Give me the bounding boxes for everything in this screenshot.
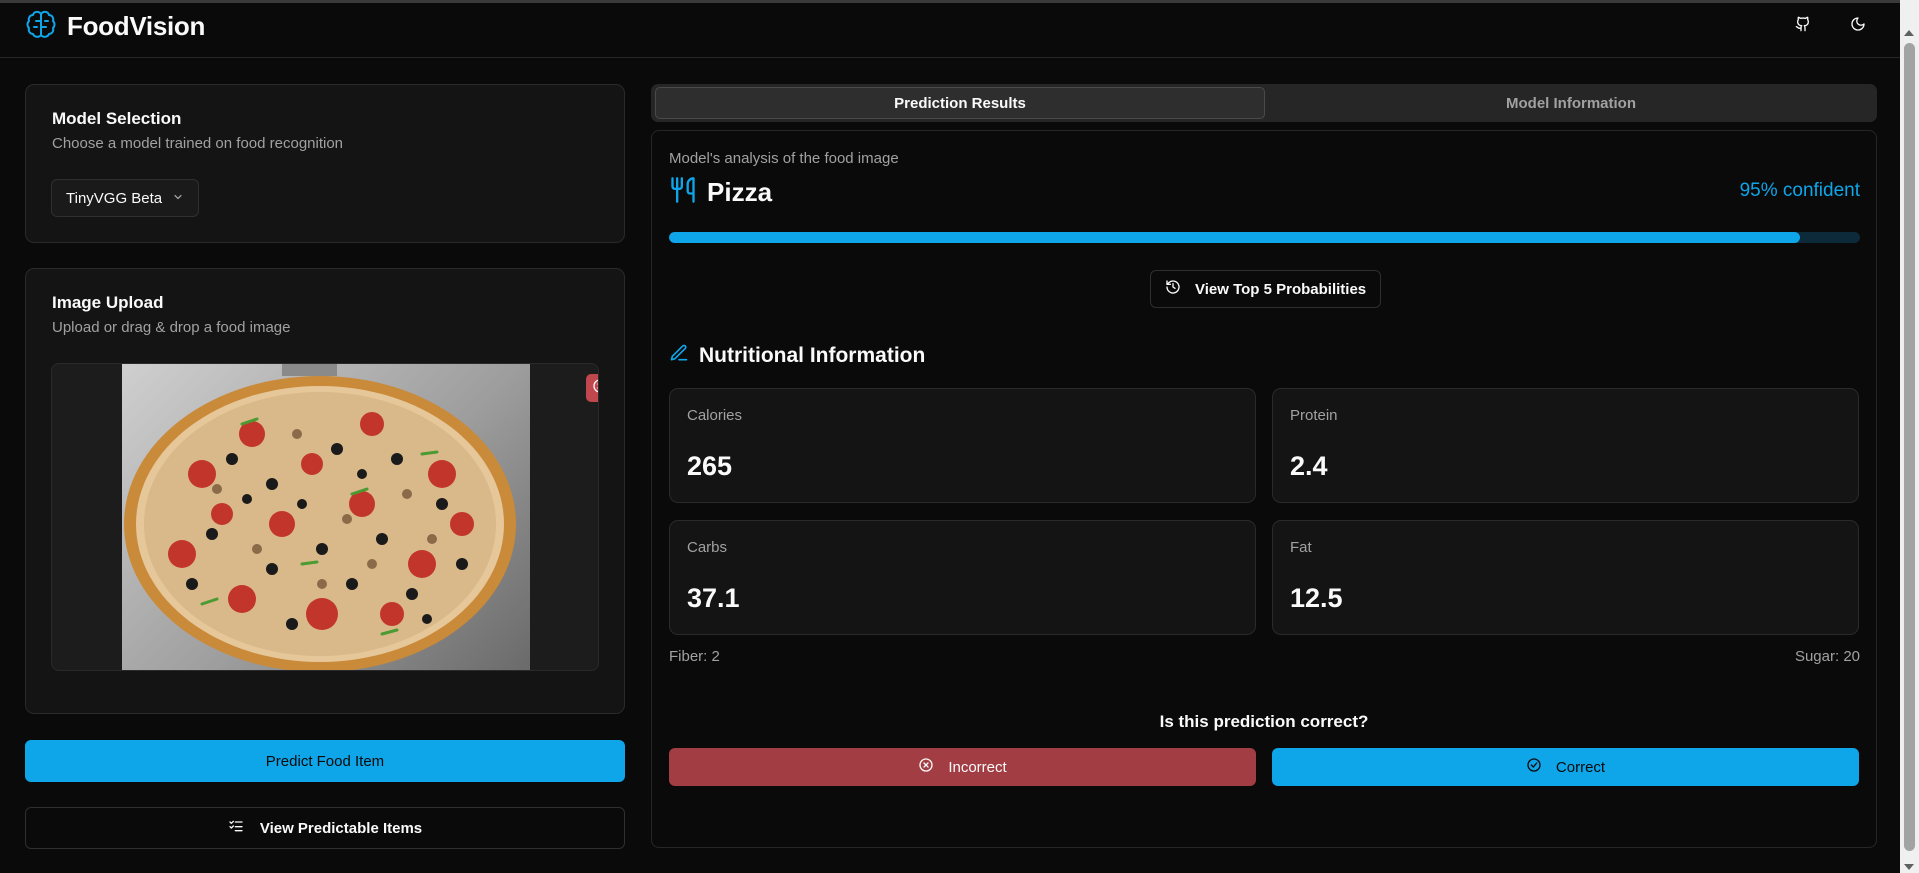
- tab-model-information[interactable]: Model Information: [1268, 87, 1874, 119]
- moon-icon[interactable]: [1846, 12, 1870, 36]
- predicted-food-name: Pizza: [707, 177, 773, 207]
- nutrition-value: 2.4: [1290, 451, 1328, 481]
- top-navbar: FoodVision: [0, 0, 1900, 58]
- brand[interactable]: FoodVision: [25, 8, 205, 45]
- remove-image-button[interactable]: [586, 374, 598, 402]
- check-circle-icon: [1526, 757, 1542, 777]
- chevron-down-icon: [172, 190, 184, 207]
- correct-label: Correct: [1555, 758, 1606, 776]
- uploaded-food-image: [122, 364, 530, 670]
- nutrition-card-carbs: Carbs 37.1: [669, 520, 1256, 635]
- image-upload-card: Image Upload Upload or drag & drop a foo…: [25, 268, 625, 714]
- scroll-down-arrow-icon[interactable]: [1904, 864, 1914, 870]
- nutrition-label: Carbs: [687, 539, 728, 556]
- history-icon: [1165, 279, 1181, 299]
- predict-button[interactable]: Predict Food Item: [25, 740, 625, 782]
- model-selection-card: Model Selection Choose a model trained o…: [25, 84, 625, 243]
- app-title: FoodVision: [67, 11, 206, 41]
- view-predictable-items-button[interactable]: View Predictable Items: [25, 807, 625, 849]
- view-top5-label: View Top 5 Probabilities: [1195, 280, 1367, 298]
- github-icon[interactable]: [1791, 12, 1815, 36]
- analysis-label: Model's analysis of the food image: [669, 150, 899, 167]
- nutrition-card-fat: Fat 12.5: [1272, 520, 1859, 635]
- sugar-text: Sugar: 20: [1794, 648, 1860, 665]
- model-selection-description: Choose a model trained on food recogniti…: [52, 135, 344, 152]
- image-upload-title: Image Upload: [52, 293, 164, 312]
- fiber-text: Fiber: 2: [669, 648, 720, 665]
- confidence-text: 95% confident: [1739, 180, 1860, 201]
- tab-prediction-results[interactable]: Prediction Results: [655, 87, 1265, 119]
- nutrition-value: 265: [687, 451, 733, 481]
- correct-button[interactable]: Correct: [1272, 748, 1859, 786]
- confidence-progress-bar: [669, 232, 1860, 243]
- nutrition-heading-label: Nutritional Information: [699, 344, 926, 367]
- nutrition-label: Protein: [1290, 407, 1338, 424]
- incorrect-label: Incorrect: [948, 758, 1007, 776]
- nutrition-heading: Nutritional Information: [669, 343, 925, 369]
- list-check-icon: [228, 818, 244, 838]
- nutrition-card-protein: Protein 2.4: [1272, 388, 1859, 503]
- confidence-progress-fill: [669, 232, 1801, 243]
- nutrition-label: Calories: [687, 407, 743, 424]
- scroll-up-arrow-icon[interactable]: [1904, 30, 1914, 36]
- nutrition-value: 12.5: [1290, 583, 1343, 613]
- incorrect-button[interactable]: Incorrect: [669, 748, 1256, 786]
- nutrition-value: 37.1: [687, 583, 740, 613]
- view-predictable-items-label: View Predictable Items: [259, 819, 423, 837]
- selected-model-label: TinyVGG Beta: [66, 189, 163, 207]
- close-circle-icon: [592, 378, 598, 399]
- utensils-icon: [669, 175, 697, 210]
- nutrition-label: Fat: [1290, 539, 1312, 556]
- model-selection-title: Model Selection: [52, 109, 182, 128]
- feedback-question: Is this prediction correct?: [1159, 712, 1369, 731]
- x-circle-icon: [918, 757, 934, 777]
- image-upload-description: Upload or drag & drop a food image: [52, 319, 291, 336]
- nutrition-card-calories: Calories 265: [669, 388, 1256, 503]
- pencil-icon: [669, 343, 689, 369]
- prediction-results-panel: Model's analysis of the food image Pizza…: [651, 130, 1877, 848]
- results-tabs: Prediction Results Model Information: [651, 84, 1877, 122]
- view-top5-button[interactable]: View Top 5 Probabilities: [1150, 270, 1382, 308]
- brain-icon: [25, 8, 57, 45]
- prediction-row: Pizza: [669, 175, 772, 210]
- model-select-dropdown[interactable]: TinyVGG Beta: [51, 179, 200, 217]
- page-scrollbar[interactable]: [1900, 0, 1919, 873]
- scrollbar-thumb[interactable]: [1904, 43, 1915, 851]
- image-dropzone[interactable]: [51, 363, 599, 671]
